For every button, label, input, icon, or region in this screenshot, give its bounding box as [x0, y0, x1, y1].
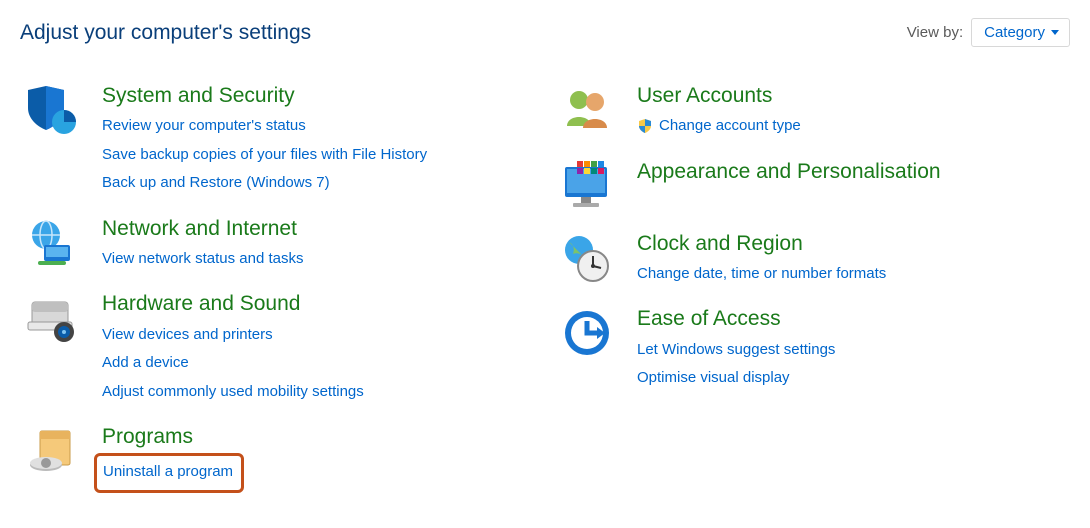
highlighted-link-box: Uninstall a program	[94, 453, 244, 493]
category-link[interactable]: Change account type	[637, 112, 801, 141]
category-link[interactable]: Back up and Restore (Windows 7)	[102, 169, 427, 198]
category-link[interactable]: Save backup copies of your files with Fi…	[102, 141, 427, 170]
shield-system-icon	[20, 83, 84, 137]
category-link[interactable]: View network status and tasks	[102, 245, 304, 274]
ease-of-access-icon	[555, 306, 619, 360]
category-title[interactable]: System and Security	[102, 83, 427, 108]
category-link[interactable]: Optimise visual display	[637, 364, 835, 393]
page-title: Adjust your computer's settings	[20, 21, 311, 45]
network-icon	[20, 216, 84, 270]
category-title[interactable]: User Accounts	[637, 83, 801, 108]
left-column: System and Security Review your computer…	[20, 83, 535, 511]
category-programs: Programs Uninstall a program	[20, 424, 535, 493]
chevron-down-icon	[1051, 30, 1059, 35]
category-user-accounts: User Accounts Change account type	[555, 83, 1070, 141]
programs-icon	[20, 424, 84, 478]
category-system-security: System and Security Review your computer…	[20, 83, 535, 198]
category-title[interactable]: Hardware and Sound	[102, 291, 364, 316]
clock-region-icon	[555, 231, 619, 285]
user-accounts-icon	[555, 83, 619, 137]
category-link[interactable]: Adjust commonly used mobility settings	[102, 378, 364, 407]
category-link[interactable]: View devices and printers	[102, 321, 364, 350]
right-column: User Accounts Change account type	[555, 83, 1070, 511]
category-clock-region: Clock and Region Change date, time or nu…	[555, 231, 1070, 289]
category-title[interactable]: Network and Internet	[102, 216, 304, 241]
category-appearance: Appearance and Personalisation	[555, 159, 1070, 213]
view-by-dropdown[interactable]: Category	[971, 18, 1070, 47]
category-title[interactable]: Appearance and Personalisation	[637, 159, 941, 184]
category-title[interactable]: Programs	[102, 424, 244, 449]
category-link[interactable]: Review your computer's status	[102, 112, 427, 141]
uac-shield-icon	[637, 118, 653, 134]
category-link[interactable]: Let Windows suggest settings	[637, 336, 835, 365]
view-by-selected: Category	[984, 24, 1045, 41]
appearance-icon	[555, 159, 619, 213]
hardware-icon	[20, 291, 84, 345]
category-link[interactable]: Add a device	[102, 349, 364, 378]
category-link[interactable]: Change date, time or number formats	[637, 260, 886, 289]
category-link-text: Change account type	[659, 112, 801, 141]
category-title[interactable]: Clock and Region	[637, 231, 886, 256]
category-ease-of-access: Ease of Access Let Windows suggest setti…	[555, 306, 1070, 392]
view-by-label: View by:	[907, 24, 963, 41]
category-network-internet: Network and Internet View network status…	[20, 216, 535, 274]
uninstall-program-link[interactable]: Uninstall a program	[103, 458, 233, 487]
category-hardware-sound: Hardware and Sound View devices and prin…	[20, 291, 535, 406]
category-title[interactable]: Ease of Access	[637, 306, 835, 331]
